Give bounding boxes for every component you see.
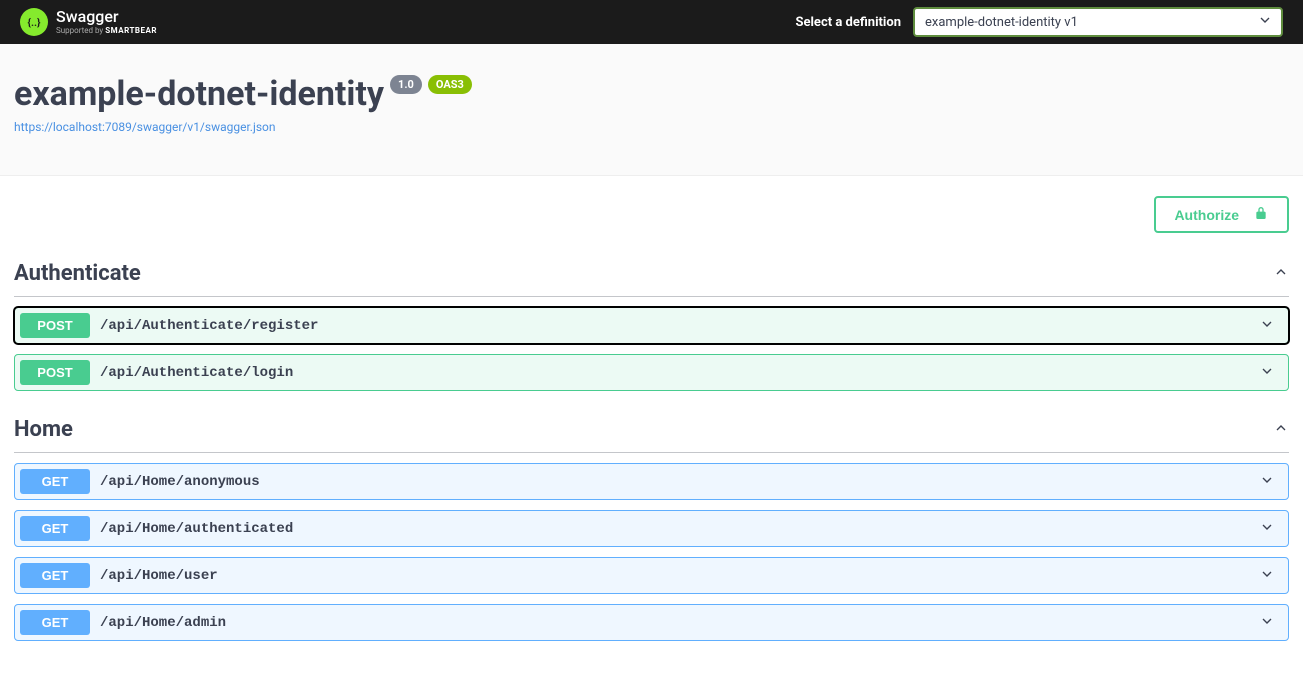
operation-block[interactable]: POST /api/Authenticate/register (14, 307, 1289, 344)
chevron-down-icon (1259, 566, 1283, 586)
brand: {..} Swagger Supported by SMARTBEAR (20, 8, 157, 36)
authorize-button-label: Authorize (1174, 207, 1239, 223)
operation-block[interactable]: GET /api/Home/anonymous (14, 463, 1289, 500)
chevron-down-icon (1259, 363, 1283, 383)
http-method-badge: GET (20, 469, 90, 494)
chevron-down-icon (1259, 472, 1283, 492)
http-method-badge: POST (20, 360, 90, 385)
tag-name: Home (14, 417, 73, 442)
tag-header[interactable]: Authenticate (14, 253, 1289, 297)
authorize-button[interactable]: Authorize (1154, 196, 1289, 233)
chevron-up-icon (1273, 264, 1289, 284)
info-section: example-dotnet-identity 1.0 OAS3 https:/… (0, 44, 1303, 176)
operation-path: /api/Authenticate/register (100, 318, 318, 334)
brand-name: Swagger (56, 9, 157, 25)
topbar-right: Select a definition example-dotnet-ident… (795, 7, 1283, 37)
chevron-down-icon (1259, 519, 1283, 539)
tag-header[interactable]: Home (14, 409, 1289, 453)
http-method-badge: GET (20, 516, 90, 541)
operation-path: /api/Home/anonymous (100, 474, 260, 490)
operations-content: Authorize Authenticate POST /api/Authent… (0, 176, 1303, 689)
api-title: example-dotnet-identity (14, 74, 384, 114)
tag-name: Authenticate (14, 261, 141, 286)
definition-select[interactable]: example-dotnet-identity v1 (913, 7, 1283, 37)
svg-text:{..}: {..} (27, 16, 41, 29)
lock-icon (1253, 205, 1269, 224)
oas-badge: OAS3 (428, 75, 472, 94)
chevron-up-icon (1273, 420, 1289, 440)
chevron-down-icon (1259, 316, 1283, 336)
spec-url-link[interactable]: https://localhost:7089/swagger/v1/swagge… (14, 120, 276, 134)
brand-text: Swagger Supported by SMARTBEAR (56, 9, 157, 35)
operation-block[interactable]: GET /api/Home/admin (14, 604, 1289, 641)
operation-block[interactable]: GET /api/Home/authenticated (14, 510, 1289, 547)
operation-path: /api/Home/authenticated (100, 521, 293, 537)
tag-section: Home GET /api/Home/anonymous GET /api/Ho… (14, 409, 1289, 641)
definition-select-value: example-dotnet-identity v1 (925, 15, 1078, 30)
operation-block[interactable]: POST /api/Authenticate/login (14, 354, 1289, 391)
operation-path: /api/Authenticate/login (100, 365, 293, 381)
chevron-down-icon (1259, 613, 1283, 633)
http-method-badge: GET (20, 563, 90, 588)
operation-block[interactable]: GET /api/Home/user (14, 557, 1289, 594)
brand-subtitle: Supported by SMARTBEAR (56, 27, 157, 35)
swagger-logo-icon: {..} (20, 8, 48, 36)
http-method-badge: POST (20, 313, 90, 338)
topbar: {..} Swagger Supported by SMARTBEAR Sele… (0, 0, 1303, 44)
http-method-badge: GET (20, 610, 90, 635)
operation-path: /api/Home/user (100, 568, 218, 584)
operation-path: /api/Home/admin (100, 615, 226, 631)
definition-select-label: Select a definition (795, 15, 901, 30)
version-badge: 1.0 (390, 75, 422, 94)
tag-section: Authenticate POST /api/Authenticate/regi… (14, 253, 1289, 391)
chevron-down-icon (1257, 12, 1273, 32)
